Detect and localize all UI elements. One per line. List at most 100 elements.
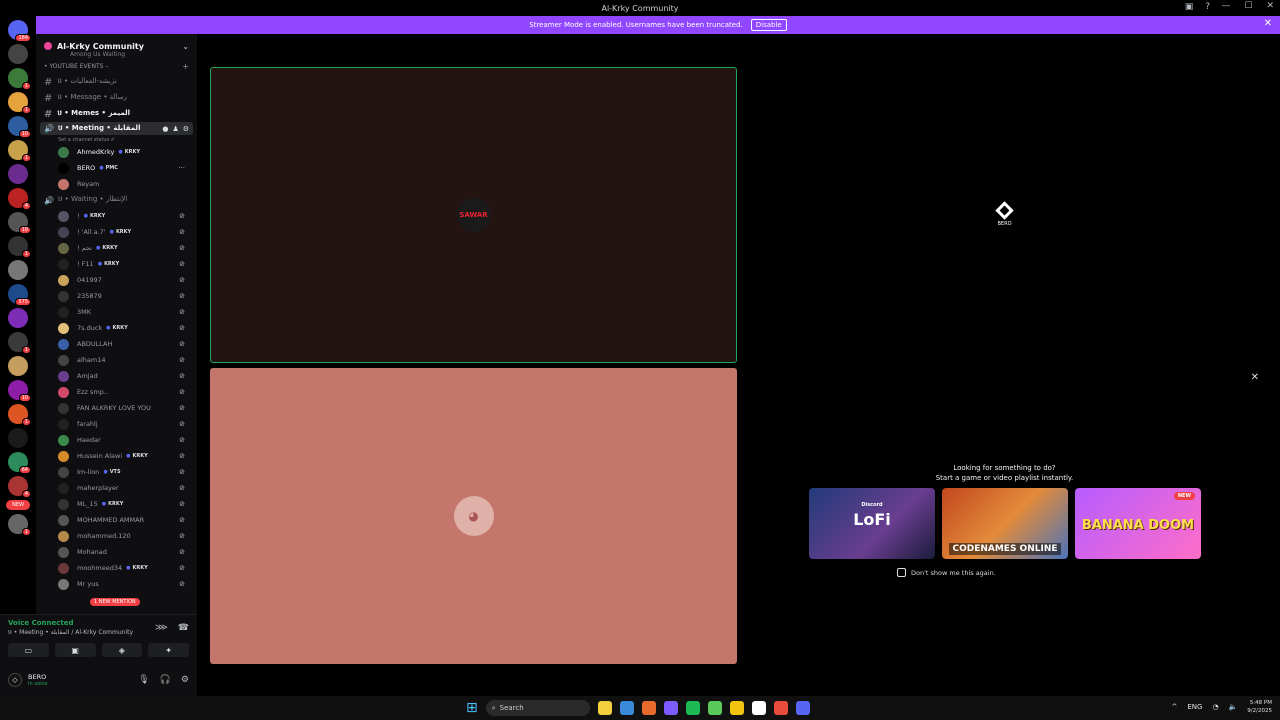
add-channel-icon[interactable]: + [182,62,189,71]
voice-user[interactable]: ! F11 KRKY ⊘ [40,256,193,272]
maximize-icon[interactable]: ☐ [1244,1,1252,11]
channel-item[interactable]: ឞ • Memes • الميمز [40,106,193,122]
voice-user[interactable]: 235879 ⊘ [40,288,193,304]
server-icon[interactable]: 575 [8,284,31,306]
voice-user[interactable]: Haedar ⊘ [40,432,193,448]
video-tile-speaking[interactable]: SAWAR [210,67,737,363]
voice-user[interactable]: farahlj ⊘ [40,416,193,432]
help-icon[interactable]: ? [1205,2,1210,12]
voice-user[interactable]: 3MK ⊘ [40,304,193,320]
channel-item[interactable]: ឞ • نزيشه-الفعاليات [40,74,193,90]
more-icon[interactable]: ··· [178,164,185,172]
voice-user[interactable]: alham14 ⊘ [40,352,193,368]
server-icon[interactable]: 64 [8,452,31,474]
server-icon[interactable] [8,164,28,184]
gear-icon[interactable]: ⚙ [183,125,189,133]
new-mention-pill[interactable]: 1 NEW MENTION [90,598,140,606]
voice-user[interactable]: ! KRKY ⊘ [40,208,193,224]
voice-user[interactable]: mohammed.120 ⊘ [40,528,193,544]
minimize-icon[interactable]: — [1221,1,1230,11]
voice-user[interactable]: AhmedKrkyKRKY [40,144,193,160]
inbox-icon[interactable]: ▣ [1185,2,1194,12]
voice-user[interactable]: FAN ALKRKY LOVE YOU ⊘ [40,400,193,416]
new-badge[interactable]: NEW [6,500,30,510]
soundboard-button[interactable]: ✦ [148,643,189,657]
video-tile-reyam[interactable]: ◕ [210,368,737,664]
camera-button[interactable]: ▭ [8,643,49,657]
server-icon[interactable]: 19 [8,212,31,234]
server-icon[interactable]: 1 [8,332,31,354]
taskbar-app-icon[interactable] [619,701,634,715]
windows-start-icon[interactable]: ⊞ [466,700,478,716]
close-banner-icon[interactable]: ✕ [1264,18,1272,29]
channel-meeting[interactable]: 🔊 ឞ • Meeting • المقابلة ● ♟ ⚙ [40,122,193,135]
channel-waiting[interactable]: 🔊 ឞ • Waiting • الإنتظار [40,192,193,208]
volume-icon[interactable]: 🔈 [1229,703,1238,711]
voice-user[interactable]: ML_15 KRKY ⊘ [40,496,193,512]
server-icon[interactable]: 4 [8,188,31,210]
activity-card-lofi[interactable]: Discord LoFi [809,488,935,559]
server-icon[interactable]: 1 [8,514,31,536]
taskbar-app-icon[interactable] [773,701,788,715]
server-icon[interactable] [8,44,28,64]
voice-user[interactable]: Ezz smp.. ⊘ [40,384,193,400]
channel-item[interactable]: ឞ • Message • رسالة [40,90,193,106]
voice-user[interactable]: BEROPMC ··· [40,160,193,176]
disable-streamer-button[interactable]: Disable [750,19,787,31]
server-icon[interactable]: 1 [8,404,31,426]
voice-user[interactable]: 041997 ⊘ [40,272,193,288]
gear-icon[interactable]: ⚙ [181,675,189,685]
close-icon[interactable]: ✕ [1251,372,1259,383]
voice-user[interactable]: Reyam [40,176,193,192]
server-icon[interactable]: 10 [8,380,31,402]
activity-button[interactable]: ◈ [101,643,143,657]
server-icon[interactable] [8,356,28,376]
invite-icon[interactable]: ♟ [172,125,178,133]
category-youtube-events[interactable]: • YOUTUBE EVENTS – + [40,58,193,74]
taskbar-app-icon[interactable] [729,701,744,715]
taskbar-app-icon[interactable] [641,701,656,715]
clock[interactable]: 5:48 PM 9/2/2025 [1247,699,1272,715]
server-icon[interactable] [8,260,28,280]
voice-user[interactable]: ! نجمKRKY ⊘ [40,240,193,256]
wifi-icon[interactable]: ◔ [1212,703,1218,711]
video-tile-bero[interactable]: BERO [742,67,1267,363]
voice-user[interactable]: MOHAMMED AMMAR ⊘ [40,512,193,528]
search-input[interactable]: ⌕ Search [485,700,590,716]
dont-show-checkbox[interactable]: Don't show me this again. [897,568,996,577]
headphones-icon[interactable]: 🎧 [160,675,171,685]
taskbar-app-icon[interactable] [707,701,722,715]
close-window-icon[interactable]: ✕ [1266,1,1274,11]
voice-user[interactable]: Hussein AlawiKRKY ⊘ [40,448,193,464]
microphone-icon[interactable]: 🎙 [138,675,149,685]
checkbox[interactable] [897,568,906,577]
server-icon[interactable]: 184 [8,20,31,42]
voice-user[interactable]: maherplayer ⊘ [40,480,193,496]
server-icon[interactable]: 1 [8,92,31,114]
server-icon[interactable]: 1 [8,140,31,162]
voice-user[interactable]: ABDULLAH ⊘ [40,336,193,352]
voice-user[interactable]: Mohanad ⊘ [40,544,193,560]
activity-card-code[interactable]: CODENAMES ONLINE [942,488,1068,559]
lang-indicator[interactable]: ENG [1187,703,1202,711]
channel-partial[interactable]: Among Us Waiting [40,50,193,58]
server-icon[interactable]: 10 [8,116,31,138]
taskbar-app-icon[interactable] [751,701,766,715]
voice-user[interactable]: 7s.duckKRKY ⊘ [40,320,193,336]
taskbar-app-icon[interactable] [795,701,810,715]
chevron-up-icon[interactable]: ^ [1172,703,1178,711]
server-icon[interactable]: 4 [8,476,31,498]
voice-user[interactable]: Im-lionVTS ⊘ [40,464,193,480]
channel-status[interactable]: Set a channel status ✐ [40,135,193,144]
taskbar-app-icon[interactable] [663,701,678,715]
disconnect-icon[interactable]: ☎ [178,623,189,633]
activity-card-banana[interactable]: BANANA DOOM NEW [1075,488,1201,559]
chat-icon[interactable]: ● [162,125,168,133]
avatar[interactable]: ◇ [8,673,22,687]
voice-user[interactable]: Amjad ⊘ [40,368,193,384]
server-icon[interactable]: 1 [8,236,31,258]
screen-share-button[interactable]: ▣ [54,643,96,657]
voice-user[interactable]: Mr yus ⊘ [40,576,193,592]
noise-suppression-icon[interactable]: ⋙ [155,623,168,633]
server-icon[interactable] [8,308,28,328]
